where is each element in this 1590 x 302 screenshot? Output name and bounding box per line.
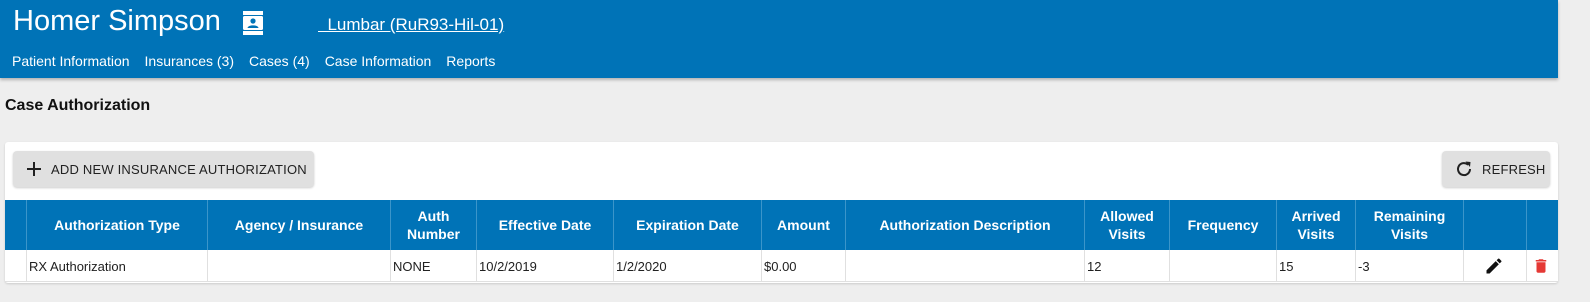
trash-icon [1535,259,1547,273]
nav-reports[interactable]: Reports [446,52,495,70]
table-row[interactable]: RX Authorization NONE 10/2/2019 1/2/2020… [5,250,1558,282]
column-auth-number[interactable]: Auth Number [391,200,477,250]
column-authorization-description[interactable]: Authorization Description [846,200,1085,250]
add-authorization-button[interactable]: ADD NEW INSURANCE AUTHORIZATION [13,151,314,187]
column-amount[interactable]: Amount [762,200,846,250]
pencil-icon [1486,258,1502,274]
contact-card-icon[interactable] [242,10,264,36]
authorization-table: Authorization Type Agency / Insurance Au… [5,200,1558,282]
page-title: Case Authorization [5,97,151,114]
nav-cases[interactable]: Cases (4) [249,52,310,70]
refresh-button[interactable]: REFRESH [1442,151,1550,187]
header-delete-spacer [1527,200,1558,250]
case-link[interactable]: Lumbar (RuR93-Hil-01) [318,14,504,36]
add-authorization-label: ADD NEW INSURANCE AUTHORIZATION [51,161,307,177]
app-header: Homer Simpson Lumbar (RuR93-Hil-01) Pati… [0,0,1558,78]
column-expiration-date[interactable]: Expiration Date [614,200,762,250]
column-remaining-visits[interactable]: Remaining Visits [1356,200,1464,250]
cell-allowed-visits: 12 [1085,250,1170,282]
cell-expiration-date: 1/2/2020 [614,250,762,282]
column-frequency[interactable]: Frequency [1170,200,1277,250]
cell-remaining-visits: -3 [1356,250,1464,282]
nav-patient-information[interactable]: Patient Information [12,52,130,70]
refresh-icon [1457,161,1472,177]
patient-nav: Patient Information Insurances (3) Cases… [12,52,495,70]
edit-button[interactable] [1482,254,1506,278]
cell-authorization-type: RX Authorization [27,250,208,282]
cell-agency-insurance [208,250,391,282]
column-allowed-visits[interactable]: Allowed Visits [1085,200,1170,250]
cell-frequency [1170,250,1277,282]
plus-icon [27,162,41,176]
table-header: Authorization Type Agency / Insurance Au… [5,200,1558,250]
column-authorization-type[interactable]: Authorization Type [27,200,208,250]
cell-effective-date: 10/2/2019 [477,250,614,282]
nav-insurances[interactable]: Insurances (3) [145,52,234,70]
cell-edit [1464,250,1527,282]
column-arrived-visits[interactable]: Arrived Visits [1277,200,1356,250]
delete-button[interactable] [1529,254,1553,278]
cell-authorization-description [846,250,1085,282]
column-effective-date[interactable]: Effective Date [477,200,614,250]
column-agency-insurance[interactable]: Agency / Insurance [208,200,391,250]
authorization-card: ADD NEW INSURANCE AUTHORIZATION REFRESH … [5,142,1558,283]
patient-name: Homer Simpson [13,5,221,37]
header-spacer [5,200,27,250]
cell-arrived-visits: 15 [1277,250,1356,282]
cell-auth-number: NONE [391,250,477,282]
refresh-label: REFRESH [1482,161,1546,177]
row-spacer [5,250,27,282]
cell-delete [1527,250,1558,282]
cell-amount: $0.00 [762,250,846,282]
nav-case-information[interactable]: Case Information [325,52,432,70]
header-edit-spacer [1464,200,1527,250]
